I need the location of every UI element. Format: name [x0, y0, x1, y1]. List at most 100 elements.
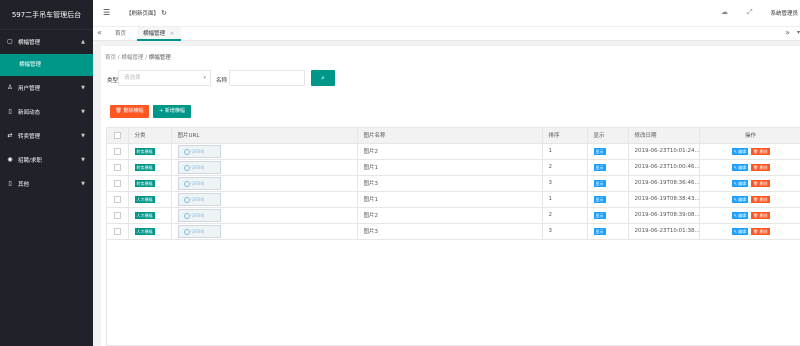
actions-cell: ✎ 编辑 🗑 删除	[699, 223, 800, 240]
date-cell: 2019-06-23T10:01:38...	[628, 223, 700, 240]
breadcrumb-home[interactable]: 首页	[105, 55, 116, 61]
category-cell: 人才横幅	[128, 223, 172, 240]
sidebar-item-jobs[interactable]: ◉ 招聘/求职 ▼	[0, 148, 93, 172]
doc-icon: ▯	[8, 180, 12, 187]
sidebar-item-label: 横幅管理	[18, 40, 41, 46]
edit-button[interactable]: ✎ 编辑	[731, 179, 749, 187]
batch-delete-button[interactable]: 🗑 删除横幅	[110, 105, 149, 118]
image-name-cell: 图片2	[357, 207, 543, 224]
row-checkbox[interactable]	[107, 207, 129, 224]
edit-button[interactable]: ✎ 编辑	[731, 195, 749, 203]
circle-icon: ◉	[7, 156, 13, 163]
logo-ring-icon	[183, 212, 190, 219]
edit-button[interactable]: ✎ 编辑	[731, 147, 749, 155]
row-checkbox[interactable]	[107, 223, 129, 240]
sidebar-item-other[interactable]: ▯ 其他 ▼	[0, 172, 93, 196]
close-icon[interactable]: ✕	[170, 31, 174, 37]
row-checkbox[interactable]	[107, 175, 129, 192]
delete-label: 删除	[759, 196, 768, 202]
table-row: 转卖横幅 QOSW 图片2 1 显示 2019-06-23T10:01:24... ✎ 编辑…	[107, 143, 800, 160]
tab-label: 横幅管理	[143, 31, 166, 37]
show-cell: 显示	[587, 159, 629, 176]
table-row: 转卖横幅 QOSW 图片1 2 显示 2019-06-23T10:00:46... ✎ 编辑…	[107, 159, 800, 176]
user-icon: ♙	[7, 84, 13, 91]
edit-icon: ✎	[733, 212, 737, 218]
tab-banner[interactable]: 横幅管理 ✕	[137, 27, 181, 41]
category-cell: 人才横幅	[128, 191, 172, 208]
delete-button[interactable]: 🗑 删除	[751, 163, 770, 171]
image-thumbnail[interactable]: QOSW	[177, 192, 221, 206]
order-cell: 3	[542, 175, 588, 192]
sidebar-item-banner[interactable]: ▢ 横幅管理 ▲	[0, 30, 93, 54]
date-cell: 2019-06-23T10:00:46...	[628, 159, 700, 176]
order-cell: 1	[542, 143, 588, 160]
trash-icon: 🗑	[753, 148, 759, 154]
refresh-button[interactable]: 【刷新页面】 ↻	[126, 9, 167, 17]
image-thumbnail[interactable]: QOSW	[177, 144, 221, 158]
tab-prev-icon[interactable]: «	[97, 28, 102, 37]
search-button[interactable]: ⌕	[311, 70, 335, 86]
tab-home[interactable]: 首页	[115, 27, 126, 41]
trash-icon: 🗑	[115, 108, 122, 114]
sidebar-item-label: 其他	[18, 182, 30, 188]
row-checkbox[interactable]	[107, 159, 129, 176]
sidebar-subitem-banner[interactable]: 横幅管理	[0, 54, 93, 76]
sidebar-item-label: 招聘/求职	[18, 158, 42, 164]
row-checkbox[interactable]	[107, 143, 129, 160]
delete-button[interactable]: 🗑 删除	[751, 195, 770, 203]
delete-button[interactable]: 🗑 删除	[751, 147, 770, 155]
date-cell: 2019-06-23T10:01:24...	[628, 143, 700, 160]
edit-button[interactable]: ✎ 编辑	[731, 163, 749, 171]
transfer-icon: ⇄	[7, 132, 13, 139]
sidebar-item-resale[interactable]: ⇄ 转卖管理 ▼	[0, 124, 93, 148]
image-name-cell: 图片2	[357, 143, 543, 160]
image-thumbnail[interactable]: QOSW	[177, 176, 221, 190]
select-all-checkbox[interactable]	[107, 128, 129, 144]
show-cell: 显示	[587, 175, 629, 192]
delete-button[interactable]: 🗑 删除	[751, 179, 770, 187]
edit-label: 编辑	[738, 164, 747, 170]
tab-bar: « 首页 横幅管理 ✕ » ▾	[93, 27, 800, 41]
menu-toggle-icon[interactable]: ☰	[103, 8, 110, 17]
show-badge: 显示	[593, 211, 606, 219]
trash-icon: 🗑	[753, 180, 759, 186]
add-banner-button[interactable]: + 新增横幅	[153, 105, 191, 118]
thumbnail-text: QOSW	[191, 180, 205, 186]
sidebar-item-users[interactable]: ♙ 用户管理 ▼	[0, 76, 93, 100]
image-thumbnail[interactable]: QOSW	[177, 160, 221, 174]
image-url-cell: QOSW	[171, 175, 358, 192]
trash-icon: 🗑	[753, 212, 759, 218]
sidebar-item-news[interactable]: ▯ 新闻动态 ▼	[0, 100, 93, 124]
show-badge: 显示	[593, 227, 606, 235]
user-menu[interactable]: 系统管理员	[770, 9, 798, 17]
edit-button[interactable]: ✎ 编辑	[731, 211, 749, 219]
order-cell: 1	[542, 191, 588, 208]
thumbnail-text: QOSW	[191, 196, 205, 202]
edit-icon: ✎	[733, 228, 737, 234]
image-thumbnail[interactable]: QOSW	[177, 224, 221, 238]
logo-ring-icon	[183, 228, 190, 235]
chevron-down-icon: ▼	[81, 133, 85, 139]
batch-delete-label: 删除横幅	[123, 108, 144, 114]
show-badge: 显示	[593, 179, 606, 187]
actions-cell: ✎ 编辑 🗑 删除	[699, 191, 800, 208]
fullscreen-icon[interactable]: ⤢	[747, 8, 753, 17]
type-select[interactable]: 请选择 ▾	[118, 70, 211, 86]
app-title: 597二手吊车管理后台	[0, 0, 93, 30]
delete-button[interactable]: 🗑 删除	[751, 211, 770, 219]
order-cell: 2	[542, 159, 588, 176]
thumbnail-text: QOSW	[191, 148, 205, 154]
theme-icon[interactable]: ☁	[721, 8, 728, 16]
edit-button[interactable]: ✎ 编辑	[731, 227, 749, 235]
edit-label: 编辑	[738, 196, 747, 202]
table-row: 人才横幅 QOSW 图片3 3 显示 2019-06-23T10:01:38... ✎ 编辑…	[107, 223, 800, 240]
delete-button[interactable]: 🗑 删除	[751, 227, 770, 235]
chevron-down-icon: ▼	[81, 181, 85, 187]
breadcrumb-section[interactable]: 横幅管理	[121, 55, 143, 61]
category-cell: 人才横幅	[128, 207, 172, 224]
file-icon: ▢	[7, 38, 13, 45]
image-thumbnail[interactable]: QOSW	[177, 208, 221, 222]
tab-next-icon[interactable]: »	[785, 28, 790, 37]
name-input[interactable]	[229, 70, 305, 86]
row-checkbox[interactable]	[107, 191, 129, 208]
